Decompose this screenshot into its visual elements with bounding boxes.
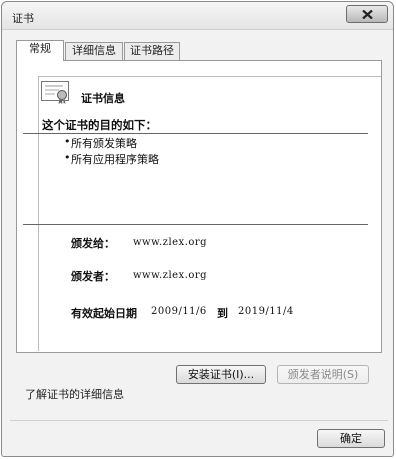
- issued-to-value: www.zlex.org: [133, 237, 208, 248]
- ok-button[interactable]: 确定: [317, 429, 385, 448]
- certificate-dialog: 证书 常规 详细信息 证书路径 证书信息 这个证书的目的如下： 所有颁发策略 所…: [1, 1, 394, 457]
- title-bar: 证书: [2, 2, 393, 30]
- close-button[interactable]: [346, 5, 388, 23]
- header-divider: [23, 133, 368, 134]
- tab-general[interactable]: 常规: [16, 40, 64, 61]
- issuer-statement-button[interactable]: 颁发者说明(S): [277, 365, 369, 384]
- footer-divider: [10, 420, 388, 421]
- valid-to-word: 到: [217, 307, 228, 320]
- purpose-item: 所有颁发策略: [64, 135, 137, 151]
- cert-info-title: 证书信息: [81, 92, 125, 105]
- valid-to-date: 2019/11/4: [238, 306, 294, 317]
- certificate-icon: [41, 81, 69, 105]
- learn-more-link[interactable]: 了解证书的详细信息: [25, 386, 124, 402]
- validity-label: 有效起始日期: [71, 307, 137, 320]
- close-icon: [362, 10, 373, 19]
- issued-to-label: 颁发给：: [71, 237, 115, 250]
- purpose-item: 所有应用程序策略: [64, 151, 159, 167]
- issued-by-label: 颁发者：: [71, 270, 115, 283]
- window-title: 证书: [12, 12, 34, 25]
- valid-from-date: 2009/11/6: [151, 306, 207, 317]
- install-certificate-button[interactable]: 安装证书(I)...: [176, 365, 266, 384]
- tab-certification-path[interactable]: 证书路径: [124, 42, 180, 60]
- section-divider: [23, 224, 368, 225]
- tab-details[interactable]: 详细信息: [65, 42, 123, 60]
- purpose-heading: 这个证书的目的如下：: [42, 118, 157, 132]
- issued-by-value: www.zlex.org: [133, 270, 208, 281]
